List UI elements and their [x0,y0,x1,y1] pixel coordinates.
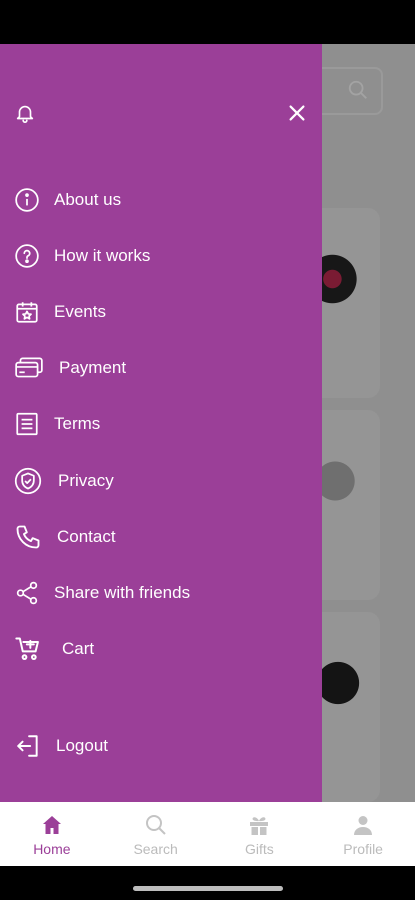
question-icon [14,242,44,270]
menu-item-label: How it works [54,246,151,265]
document-icon [14,410,44,438]
shield-icon [14,467,48,495]
side-drawer: About us How it works Events Payment Ter… [0,44,322,802]
nav-gifts[interactable]: Gifts [208,802,312,866]
menu-item-privacy[interactable]: Privacy [14,463,304,499]
menu-item-label: Terms [54,414,101,433]
home-icon [39,811,65,837]
menu-item-label: Contact [57,527,116,546]
close-icon[interactable] [286,102,308,128]
gift-icon [247,811,271,837]
menu-item-label: Cart [62,639,95,658]
info-icon [14,186,44,214]
search-icon [144,811,168,837]
bottom-nav: Home Search Gifts Profile [0,802,415,866]
menu-item-cart[interactable]: Cart [14,631,304,667]
nav-label: Gifts [244,841,274,857]
menu-item-label: Privacy [58,471,114,490]
nav-label: Profile [343,841,383,857]
menu-item-how-it-works[interactable]: How it works [14,238,304,274]
logout-button[interactable]: Logout [14,728,304,764]
menu-item-about-us[interactable]: About us [14,182,304,218]
profile-icon [351,811,375,837]
menu-item-contact[interactable]: Contact [14,519,304,555]
nav-home[interactable]: Home [0,802,104,866]
nav-label: Search [133,841,178,857]
nav-search[interactable]: Search [104,802,208,866]
logout-icon [14,732,46,760]
phone-icon [14,523,47,551]
bell-icon[interactable] [14,102,36,128]
menu-item-label: Events [54,302,106,321]
home-indicator [133,886,283,891]
menu-item-label: Payment [59,358,127,377]
menu-item-share-with-friends[interactable]: Share with friends [14,575,304,611]
cart-icon [14,635,52,663]
nav-profile[interactable]: Profile [311,802,415,866]
calendar-star-icon [14,298,44,326]
credit-card-icon [14,354,49,382]
menu-item-events[interactable]: Events [14,294,304,330]
menu-item-terms[interactable]: Terms [14,406,304,442]
nav-label: Home [33,841,71,857]
menu-item-payment[interactable]: Payment [14,350,304,386]
status-bar [0,0,415,44]
search-icon [348,80,367,99]
logout-label: Logout [56,736,108,755]
menu-item-label: Share with friends [54,583,191,602]
share-icon [14,579,44,607]
menu-item-label: About us [54,190,122,209]
